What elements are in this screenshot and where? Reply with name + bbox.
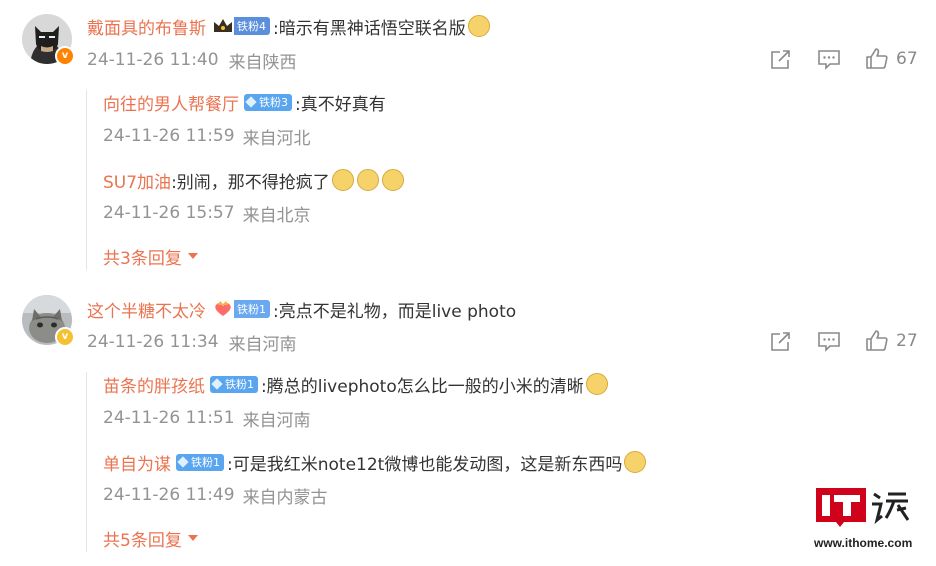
fan-badge-label: 铁粉4 xyxy=(237,20,266,33)
like-count: 67 xyxy=(896,49,918,69)
reply-time: 24-11-26 15:57 xyxy=(103,203,235,223)
doge-emoji-icon xyxy=(467,15,490,37)
comment-button[interactable] xyxy=(818,332,840,356)
reply-location: 来自河北 xyxy=(242,128,311,149)
reply-location: 来自内蒙古 xyxy=(242,487,328,508)
reply-location: 来自北京 xyxy=(242,205,311,226)
reply-text: :别闹，那不得抢疯了 xyxy=(171,172,330,193)
fan-badge-label: 铁粉1 xyxy=(237,303,266,316)
comment-time: 24-11-26 11:34 xyxy=(87,332,219,352)
like-button[interactable]: 67 xyxy=(866,48,918,70)
ithome-watermark: www.ithome.com xyxy=(814,486,924,550)
laughing-tears-emoji-icon xyxy=(381,169,404,191)
reply-text: :腾总的livephoto怎么比一般的小米的清晰 xyxy=(261,376,584,397)
fan-badge[interactable]: 铁粉3 xyxy=(244,93,292,111)
share-icon xyxy=(771,50,790,69)
verified-badge-icon: v xyxy=(55,46,75,66)
reply-header: 苗条的胖孩纸 铁粉1 :腾总的livephoto怎么比一般的小米的清晰 xyxy=(103,372,608,397)
share-icon xyxy=(771,332,790,351)
comment-header: 这个半糖不太冷 铁粉1 :亮点不是礼物，而是live photo xyxy=(87,297,517,322)
laughing-tears-emoji-icon xyxy=(331,169,354,191)
reply-header: 向往的男人帮餐厅 铁粉3 :真不好真有 xyxy=(103,90,386,115)
crown-icon xyxy=(212,17,234,35)
like-button[interactable]: 27 xyxy=(866,330,918,352)
thumbs-up-icon xyxy=(866,48,888,69)
avatar[interactable]: v xyxy=(22,14,75,66)
fan-badge-label: 铁粉3 xyxy=(259,96,288,109)
more-replies-link[interactable]: 共3条回复 xyxy=(103,245,199,269)
comment-text: :亮点不是礼物，而是live photo xyxy=(273,301,517,322)
surprised-emoji-icon xyxy=(624,451,647,473)
comment-icon xyxy=(818,50,840,70)
ithome-logo-icon xyxy=(816,488,910,527)
reply-thread-divider xyxy=(86,372,87,552)
share-button[interactable] xyxy=(770,332,792,356)
comment-header: 戴面具的布鲁斯 铁粉4 :暗示有黑神话悟空联名版 xyxy=(87,14,490,39)
laughing-tears-emoji-icon xyxy=(356,169,379,191)
reply-meta: 24-11-26 11:59 来自河北 xyxy=(103,125,311,149)
diamond-icon xyxy=(177,456,189,468)
fan-badge[interactable]: 铁粉1 xyxy=(210,375,258,393)
reply-text: :可是我红米note12t微博也能发动图，这是新东西吗 xyxy=(227,454,623,475)
more-replies-label: 共5条回复 xyxy=(103,530,182,551)
comment-button[interactable] xyxy=(818,50,840,74)
reply-username[interactable]: SU7加油 xyxy=(103,168,171,193)
watermark-url: www.ithome.com xyxy=(814,536,913,550)
reply-location: 来自河南 xyxy=(242,410,311,431)
reply-meta: 24-11-26 15:57 来自北京 xyxy=(103,202,311,226)
reply-meta: 24-11-26 11:51 来自河南 xyxy=(103,407,311,431)
caret-down-icon xyxy=(187,253,198,259)
fan-badge[interactable]: 铁粉4 xyxy=(212,17,270,35)
reply-time: 24-11-26 11:51 xyxy=(103,408,235,428)
comment-time: 24-11-26 11:40 xyxy=(87,50,219,70)
caret-down-icon xyxy=(187,535,198,541)
comment-username[interactable]: 戴面具的布鲁斯 xyxy=(87,14,206,39)
heart-crown-icon xyxy=(212,300,234,318)
doge-emoji-icon xyxy=(585,373,608,395)
fan-badge-label: 铁粉1 xyxy=(191,456,220,469)
comment-username[interactable]: 这个半糖不太冷 xyxy=(87,297,206,322)
fan-badge-label: 铁粉1 xyxy=(225,378,254,391)
reply-username[interactable]: 向往的男人帮餐厅 xyxy=(103,90,239,115)
comment-text: :暗示有黑神话悟空联名版 xyxy=(273,18,466,39)
more-replies-link[interactable]: 共5条回复 xyxy=(103,527,199,551)
comment-meta: 24-11-26 11:34 来自河南 xyxy=(87,331,297,355)
diamond-icon xyxy=(211,378,223,390)
reply-time: 24-11-26 11:59 xyxy=(103,126,235,146)
diamond-icon xyxy=(245,96,257,108)
fan-badge[interactable]: 铁粉1 xyxy=(212,300,270,318)
like-count: 27 xyxy=(896,331,918,351)
reply-time: 24-11-26 11:49 xyxy=(103,485,235,505)
share-button[interactable] xyxy=(770,50,792,74)
comment-location: 来自陕西 xyxy=(228,52,297,73)
comment-meta: 24-11-26 11:40 来自陕西 xyxy=(87,49,297,73)
verified-badge-icon: v xyxy=(55,327,75,347)
reply-meta: 24-11-26 11:49 来自内蒙古 xyxy=(103,484,328,508)
thumbs-up-icon xyxy=(866,330,888,351)
reply-header: SU7加油 :别闹，那不得抢疯了 xyxy=(103,168,404,193)
fan-badge[interactable]: 铁粉1 xyxy=(176,453,224,471)
reply-text: :真不好真有 xyxy=(295,94,386,115)
reply-username[interactable]: 苗条的胖孩纸 xyxy=(103,372,205,397)
reply-thread-divider xyxy=(86,90,87,270)
reply-username[interactable]: 单自为谋 xyxy=(103,450,171,475)
reply-header: 单自为谋 铁粉1 :可是我红米note12t微博也能发动图，这是新东西吗 xyxy=(103,450,647,475)
comment-location: 来自河南 xyxy=(228,334,297,355)
comment-icon xyxy=(818,332,840,352)
avatar[interactable]: v xyxy=(22,295,75,347)
more-replies-label: 共3条回复 xyxy=(103,248,182,269)
